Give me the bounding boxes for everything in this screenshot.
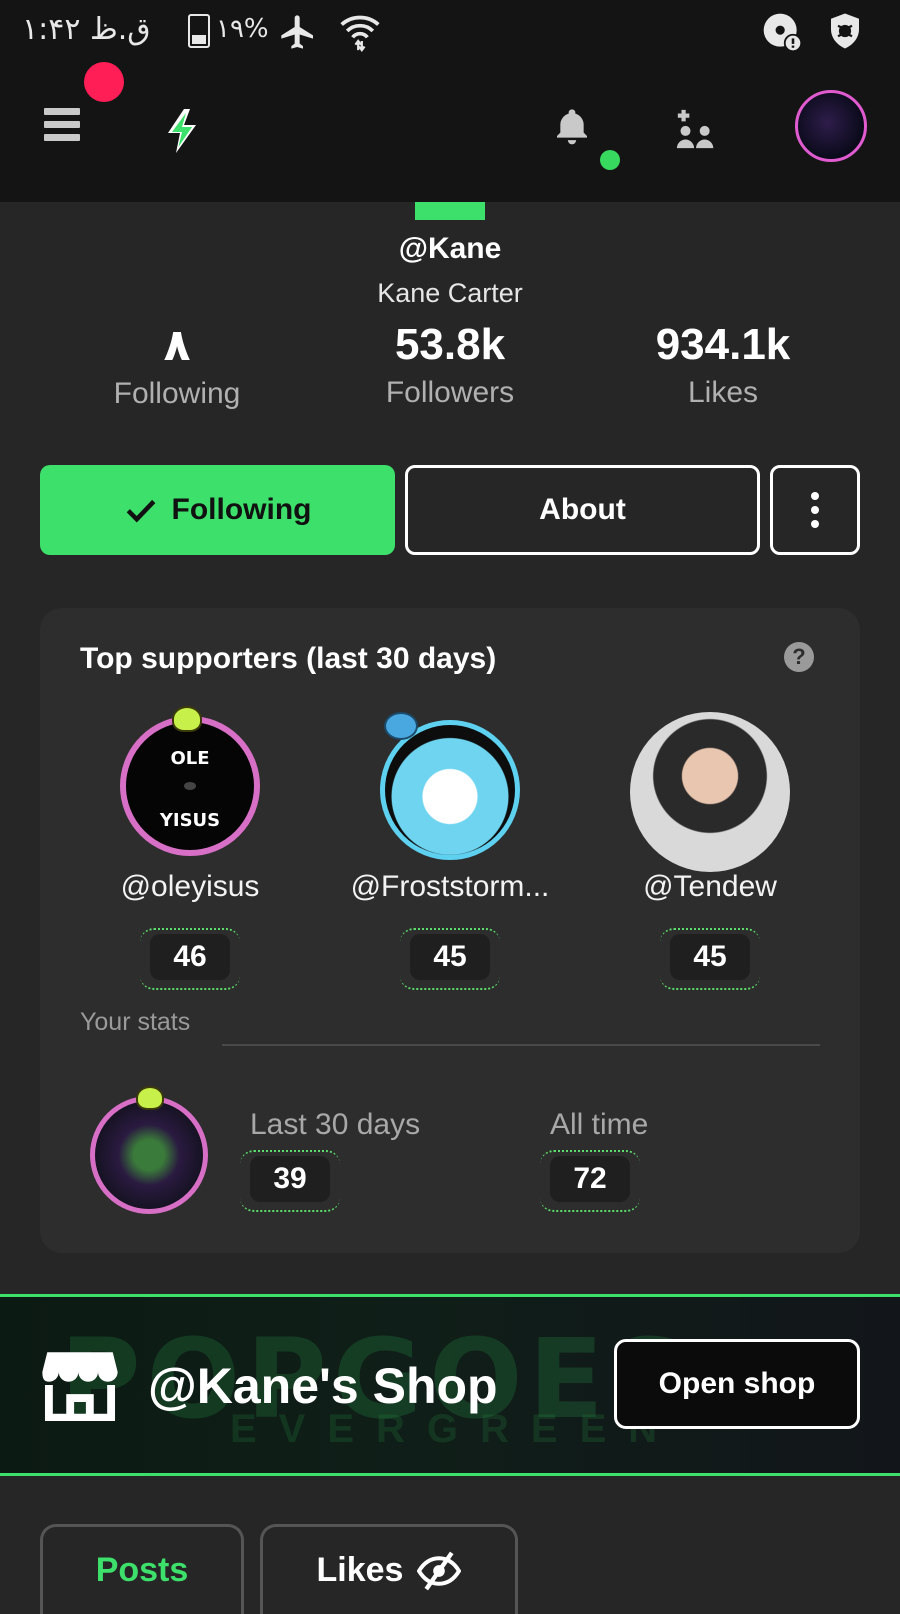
frog-badge-icon <box>136 1086 164 1110</box>
last30-score-wrap: 39 <box>240 1150 340 1212</box>
stat-likes: 934.1k Likes <box>613 320 833 410</box>
supporters-title: Top supporters (last 30 days) <box>80 642 497 675</box>
stat-following-value: ۸ <box>163 320 191 371</box>
stat-followers-value: 53.8k <box>394 320 506 369</box>
eye-icon <box>184 782 196 790</box>
check-icon <box>126 499 155 523</box>
tab-posts-label: Posts <box>95 1551 189 1589</box>
battery-percent: ۱۹% <box>216 14 269 44</box>
supporter-3-score-wrap: 45 <box>660 928 760 990</box>
lightning-logo-icon[interactable] <box>158 106 206 156</box>
avatar-text-bottom: YISUS <box>159 810 221 831</box>
top-supporters-card: Top supporters (last 30 days) ? OLE YISU… <box>40 608 860 1253</box>
airplane-icon <box>281 15 313 49</box>
tab-likes-label: Likes <box>316 1551 404 1589</box>
divider <box>222 1044 820 1046</box>
store-icon <box>42 1352 118 1421</box>
supporter-1[interactable]: OLE YISUS <box>120 706 260 856</box>
profile-username: @Kane <box>398 232 502 265</box>
about-button[interactable]: About <box>405 465 760 555</box>
mascot-badge-icon <box>384 712 418 740</box>
supporter-3-name[interactable]: @Tendew <box>600 870 820 904</box>
supporter-2-name[interactable]: @Froststorm... <box>330 870 570 904</box>
sparkle-decoration <box>660 928 760 990</box>
profile-display-name: Kane Carter <box>377 278 523 308</box>
last30-label: Last 30 days <box>250 1108 421 1141</box>
status-time: ق.ظ ۱:۴۲ <box>22 12 151 47</box>
avatar-text-top: OLE <box>170 748 210 769</box>
notification-dot <box>84 62 124 102</box>
sparkle-decoration <box>240 1150 340 1212</box>
stat-followers-label: Followers <box>385 376 515 409</box>
sparkle-decoration <box>540 1150 640 1212</box>
your-stats-label: Your stats <box>80 1008 191 1036</box>
about-button-label: About <box>539 493 626 526</box>
open-shop-label: Open shop <box>658 1367 816 1400</box>
supporter-2-score-wrap: 45 <box>400 928 500 990</box>
supporter-3-avatar <box>630 712 790 872</box>
tab-likes[interactable]: Likes <box>260 1524 518 1614</box>
stat-following-label: Following <box>113 377 241 410</box>
top-bar <box>0 62 900 202</box>
sparkle-decoration <box>140 928 240 990</box>
supporter-2[interactable] <box>380 712 520 860</box>
supporter-2-avatar <box>380 720 520 860</box>
supporter-1-avatar: OLE YISUS <box>120 716 260 856</box>
stat-followers[interactable]: 53.8k Followers <box>345 320 555 410</box>
frog-badge-icon <box>172 706 202 732</box>
supporter-3[interactable] <box>630 712 790 872</box>
more-vertical-icon <box>811 492 819 528</box>
alltime-score-wrap: 72 <box>540 1150 640 1212</box>
stat-following[interactable]: ۸ Following <box>77 320 277 411</box>
supporter-1-score-wrap: 46 <box>140 928 240 990</box>
stat-likes-value: 934.1k <box>655 320 791 369</box>
tab-posts[interactable]: Posts <box>40 1524 244 1614</box>
shield-bug-icon <box>831 13 859 49</box>
bell-icon[interactable] <box>552 104 592 148</box>
help-icon[interactable]: ? <box>784 642 814 672</box>
new-activity-dot <box>600 150 620 170</box>
open-shop-button[interactable]: Open shop <box>614 1339 860 1429</box>
my-stats-avatar <box>90 1096 208 1214</box>
badge-tab <box>415 202 485 220</box>
eye-off-icon <box>417 1551 462 1590</box>
following-button[interactable]: Following <box>40 465 395 555</box>
following-button-label: Following <box>171 493 312 526</box>
wifi-icon <box>340 15 380 52</box>
menu-icon[interactable] <box>44 108 80 147</box>
alert-disc-icon <box>763 13 803 53</box>
more-options-button[interactable] <box>770 465 860 555</box>
supporter-1-name[interactable]: @oleyisus <box>80 870 300 904</box>
alltime-label: All time <box>550 1108 649 1141</box>
my-avatar[interactable] <box>795 90 867 162</box>
stat-likes-label: Likes <box>687 376 759 409</box>
shop-title: @Kane's Shop <box>148 1358 498 1414</box>
sparkle-decoration <box>400 928 500 990</box>
battery-icon <box>188 14 210 48</box>
status-bar: ق.ظ ۱:۴۲ ۱۹% <box>0 0 900 62</box>
add-friends-icon[interactable] <box>674 106 720 152</box>
shop-banner[interactable]: POPGOES EVERGREEN @Kane's Shop Open shop <box>0 1294 900 1476</box>
